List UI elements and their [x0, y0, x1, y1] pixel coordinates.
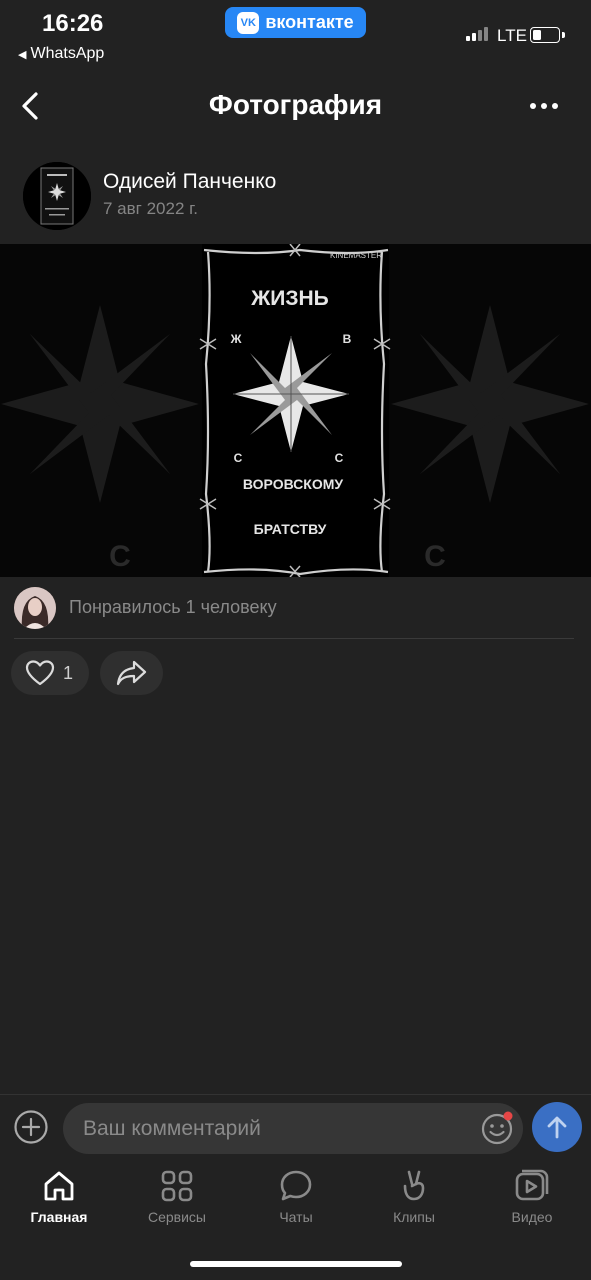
post-photo[interactable]: С С KINEMASTER ЖИЗНЬ Ж В С С ВОРОВСКОМУ …	[0, 244, 591, 577]
divider	[14, 638, 574, 639]
battery-icon	[530, 27, 560, 43]
tab-clips[interactable]: Клипы	[355, 1168, 473, 1225]
attach-button[interactable]	[13, 1109, 49, 1145]
vk-app-pill[interactable]: VK вконтакте	[225, 7, 366, 38]
photo-title: ЖИЗНЬ	[250, 287, 329, 310]
photo-line2: БРАТСТВУ	[254, 521, 327, 537]
services-icon	[161, 1170, 193, 1202]
tab-services[interactable]: Сервисы	[118, 1168, 236, 1225]
comment-field[interactable]	[63, 1103, 523, 1154]
author-avatar[interactable]	[23, 162, 91, 230]
share-arrow-icon	[116, 660, 146, 686]
tab-services-label: Сервисы	[147, 1209, 206, 1225]
more-button[interactable]	[530, 94, 566, 118]
like-button[interactable]: 1	[11, 651, 89, 695]
network-label: LTE	[497, 26, 527, 45]
battery-level	[533, 30, 542, 40]
send-button[interactable]	[532, 1102, 582, 1152]
plus-circle-icon	[14, 1110, 48, 1144]
liker-photo	[14, 587, 56, 629]
like-count: 1	[63, 662, 74, 683]
photo-image: С С KINEMASTER ЖИЗНЬ Ж В С С ВОРОВСКОМУ …	[0, 244, 591, 577]
signal-icon	[466, 27, 488, 41]
heart-icon	[25, 660, 55, 686]
watermark-text: KINEMASTER	[330, 251, 382, 260]
smile-icon	[481, 1111, 513, 1145]
battery-tip	[562, 32, 565, 38]
photo-letter-bl: С	[234, 451, 243, 465]
likes-summary[interactable]: Понравилось 1 человеку	[69, 597, 277, 618]
home-icon	[44, 1171, 74, 1201]
bg-letter-left: С	[109, 540, 131, 573]
comment-bar-divider	[0, 1094, 591, 1095]
tab-video-label: Видео	[511, 1209, 553, 1225]
tab-clips-label: Клипы	[393, 1209, 435, 1225]
avatar-star-image	[23, 162, 91, 230]
share-button[interactable]	[100, 651, 163, 695]
tab-chats[interactable]: Чаты	[237, 1168, 355, 1225]
page-title: Фотография	[208, 89, 383, 120]
photo-letter-tl: Ж	[230, 332, 242, 346]
vk-logo-icon: VK	[237, 11, 260, 34]
liker-avatar[interactable]	[14, 587, 56, 629]
clips-icon	[403, 1170, 425, 1201]
video-icon	[515, 1169, 549, 1201]
photo-letter-tr: В	[343, 332, 352, 346]
more-horizontal-icon	[530, 103, 536, 109]
status-time: 16:26	[42, 10, 104, 37]
post-date: 7 авг 2022 г.	[103, 199, 198, 218]
back-to-app[interactable]: ◀ WhatsApp	[18, 45, 104, 63]
vk-pill-label: вконтакте	[265, 12, 354, 32]
back-app-label: WhatsApp	[30, 45, 105, 62]
tab-video[interactable]: Видео	[473, 1168, 591, 1225]
tab-home[interactable]: Главная	[0, 1168, 118, 1225]
eight-point-star-icon	[233, 336, 349, 452]
author-name[interactable]: Одисей Панченко	[103, 170, 276, 194]
tab-home-label: Главная	[30, 1209, 88, 1225]
photo-letter-br: С	[335, 451, 344, 465]
arrow-up-icon	[547, 1116, 567, 1139]
tab-chats-label: Чаты	[279, 1209, 313, 1225]
bg-letter-right: С	[424, 540, 446, 573]
chat-icon	[280, 1170, 312, 1201]
home-indicator	[190, 1261, 402, 1267]
back-triangle-icon: ◀	[18, 48, 27, 61]
photo-line1: ВОРОВСКОМУ	[243, 476, 343, 492]
comment-input[interactable]	[81, 1115, 465, 1142]
emoji-button[interactable]	[479, 1110, 515, 1146]
